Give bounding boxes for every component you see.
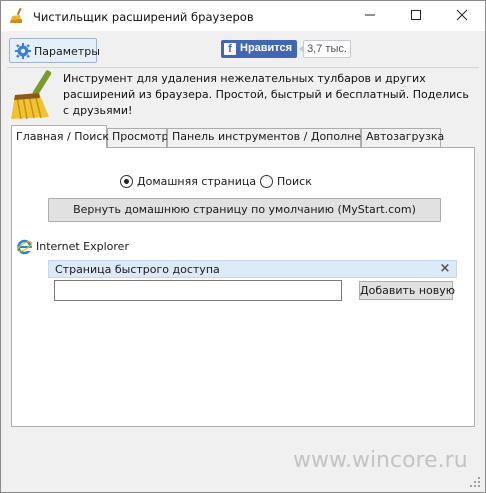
minimize-button[interactable] <box>347 1 393 30</box>
internet-explorer-icon <box>16 239 33 255</box>
quick-access-label: Страница быстрого доступа <box>55 263 220 276</box>
close-icon[interactable]: × <box>439 262 451 276</box>
tab-startup[interactable]: Автозагрузка <box>361 128 444 147</box>
tab-main-search[interactable]: Главная / Поиск <box>11 125 109 148</box>
broom-logo-icon <box>11 70 52 120</box>
minimize-icon <box>365 14 375 16</box>
restore-default-homepage-button[interactable]: Вернуть домашнюю страницу по умолчанию (… <box>48 198 441 222</box>
window-title: Чистильщик расширений браузеров <box>33 10 254 24</box>
tab-panel: Домашняя страница Поиск Вернуть домашнюю… <box>11 147 475 427</box>
app-window: Чистильщик расширений браузеров Параметр… <box>0 0 486 493</box>
facebook-icon: f <box>224 43 236 55</box>
radio-search-label[interactable]: Поиск <box>277 175 312 188</box>
facebook-like-label: Нравится <box>240 42 293 54</box>
settings-button[interactable]: Параметры <box>9 38 100 63</box>
close-icon <box>456 9 468 21</box>
header-divider <box>7 67 479 68</box>
resize-grip-icon[interactable] <box>469 476 481 488</box>
radio-search[interactable] <box>260 175 273 188</box>
gear-icon <box>15 43 31 59</box>
close-button[interactable] <box>439 1 485 30</box>
watermark: www.wincore.ru <box>293 448 468 473</box>
quick-access-url-input[interactable] <box>54 280 342 301</box>
browser-label: Internet Explorer <box>36 240 129 253</box>
radio-home-page-label[interactable]: Домашняя страница <box>137 175 256 188</box>
quick-access-header: Страница быстрого доступа × <box>48 260 457 278</box>
add-new-button[interactable]: Добавить новую <box>359 281 455 300</box>
app-description: Инструмент для удаления нежелательных ту… <box>63 72 469 117</box>
maximize-icon <box>411 10 421 20</box>
broom-icon <box>10 8 22 23</box>
maximize-button[interactable] <box>393 1 439 30</box>
radio-home-page[interactable] <box>120 175 133 188</box>
settings-button-label: Параметры <box>34 45 100 58</box>
facebook-like-count: 3,7 тыс. <box>299 40 351 58</box>
tab-view[interactable]: Просмотр <box>107 128 168 147</box>
facebook-like-button[interactable]: f Нравится <box>221 40 297 58</box>
tab-toolbars-addons[interactable]: Панель инструментов / Дополнения <box>167 128 382 147</box>
title-bar[interactable]: Чистильщик расширений браузеров <box>1 1 485 31</box>
